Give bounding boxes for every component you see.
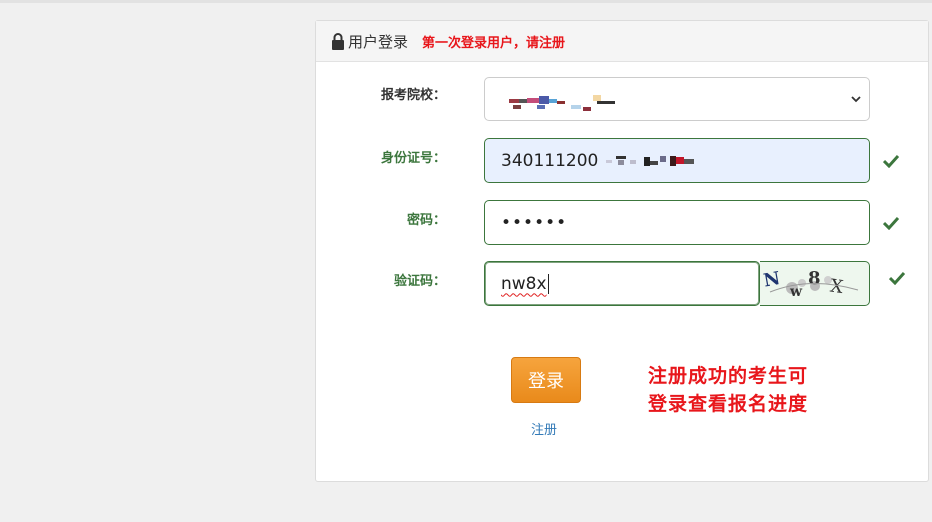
- chevron-down-icon: [851, 96, 861, 103]
- captcha-label: 验证码：: [393, 274, 446, 289]
- register-link[interactable]: 注册: [531, 419, 557, 438]
- redacted-text-icon: [509, 95, 615, 111]
- id-number-value: 340111200: [501, 150, 599, 171]
- school-value-redacted: [509, 95, 639, 117]
- captcha-image-icon: N w 8 X: [762, 268, 859, 300]
- panel-title: 用户登录: [348, 32, 409, 51]
- svg-text:N: N: [762, 268, 782, 292]
- school-select[interactable]: [484, 77, 870, 121]
- id-label: 身份证号：: [380, 151, 446, 166]
- login-panel: 用户登录 第一次登录用户，请注册 报考院校： 身份证号： 340111200 密…: [315, 20, 929, 482]
- id-number-input[interactable]: 340111200: [484, 138, 870, 183]
- panel-header: 用户登录 第一次登录用户，请注册: [316, 21, 928, 62]
- password-input[interactable]: ••••••: [484, 200, 870, 245]
- captcha-image[interactable]: N w 8 X: [760, 261, 870, 306]
- promo-line-2: 登录查看报名进度: [648, 393, 809, 415]
- promo-text: 注册成功的考生可 登录查看报名进度: [648, 362, 808, 418]
- captcha-input[interactable]: nw8x: [484, 261, 760, 306]
- lock-icon: [332, 33, 344, 50]
- login-button[interactable]: 登录: [511, 357, 581, 403]
- id-valid-check-icon: [883, 154, 899, 168]
- captcha-value: nw8x: [501, 273, 547, 294]
- top-divider: [0, 0, 932, 3]
- svg-text:w: w: [789, 284, 803, 300]
- school-label: 报考院校：: [380, 88, 446, 103]
- svg-text:X: X: [829, 276, 845, 299]
- svg-text:8: 8: [808, 268, 821, 289]
- password-valid-check-icon: [883, 216, 899, 230]
- redacted-id-icon: [606, 155, 695, 166]
- password-value: ••••••: [501, 212, 568, 233]
- captcha-valid-check-icon: [889, 271, 905, 285]
- promo-line-1: 注册成功的考生可: [648, 365, 809, 387]
- first-login-note: 第一次登录用户，请注册: [422, 35, 566, 51]
- password-label: 密码：: [406, 213, 446, 228]
- text-cursor: [547, 273, 549, 294]
